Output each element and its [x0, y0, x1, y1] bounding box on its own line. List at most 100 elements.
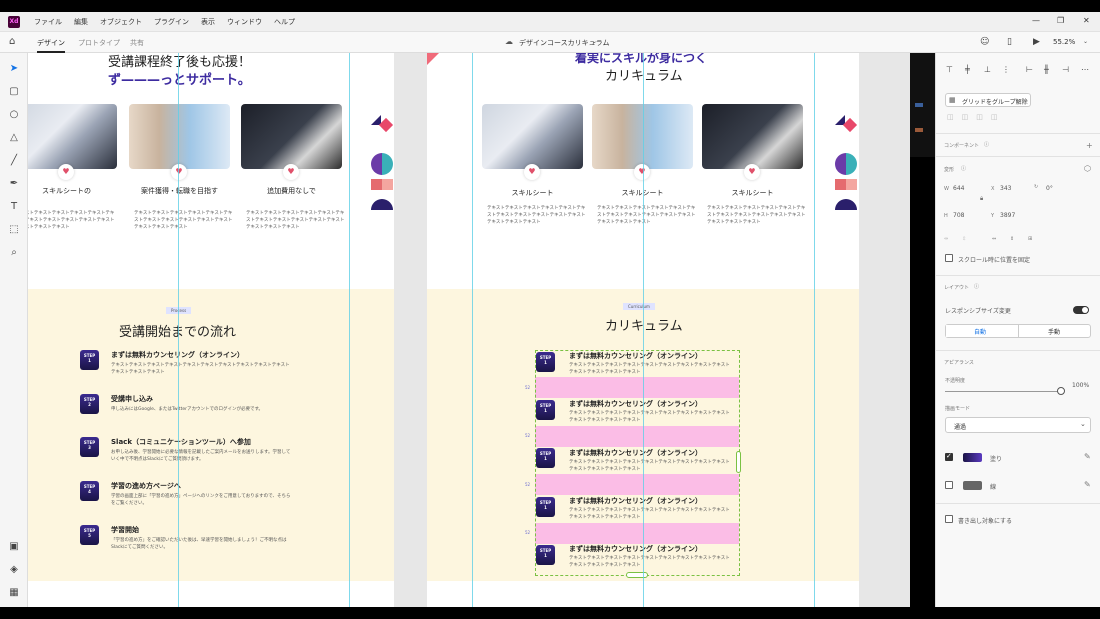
blend-mode-select[interactable]: 通過 ⌄ — [945, 417, 1091, 433]
info-icon[interactable]: ⓘ — [984, 141, 989, 148]
menu-edit[interactable]: 編集 — [74, 17, 88, 27]
align-bottom-icon[interactable]: ⊥ — [984, 65, 993, 74]
chevron-down-icon[interactable]: ⌄ — [592, 38, 597, 45]
rectangle-tool-icon[interactable]: ▢ — [8, 86, 20, 98]
tab-design[interactable]: デザイン — [37, 38, 65, 53]
menu-object[interactable]: オブジェクト — [100, 17, 142, 27]
card-image — [28, 104, 117, 169]
align-top-icon[interactable]: ⊤ — [946, 65, 955, 74]
info-icon[interactable]: ⓘ — [961, 165, 966, 172]
align-middle-icon[interactable]: ╪ — [965, 65, 974, 74]
minimize-icon[interactable]: — — [1032, 16, 1040, 25]
close-icon[interactable]: ✕ — [1083, 16, 1090, 25]
home-icon[interactable]: ⌂ — [9, 36, 15, 47]
pin-horizontal-icon[interactable]: ⇔ — [992, 236, 996, 242]
stroke-swatch[interactable] — [963, 481, 982, 490]
align-left-icon[interactable]: ⊢ — [1026, 65, 1035, 74]
resize-height-icon[interactable]: ⇳ — [962, 236, 966, 242]
info-icon[interactable]: ⓘ — [974, 283, 979, 290]
eyedropper-icon[interactable]: ✎ — [1084, 452, 1091, 461]
align-center-icon[interactable]: ╫ — [1044, 65, 1053, 74]
distribute-vertical-icon[interactable]: ⋮ — [1002, 65, 1011, 74]
tab-share[interactable]: 共有 — [130, 38, 144, 48]
select-tool-icon[interactable]: ➤ — [8, 63, 20, 75]
artboard-tool-icon[interactable]: ⬚ — [8, 224, 20, 236]
align-right-icon[interactable]: ⊣ — [1062, 65, 1071, 74]
stroke-checkbox[interactable] — [945, 481, 953, 489]
artboard-left[interactable]: 受講課程終了後も応援！ ず———っとサポート。 ♥ ♥ ♥ スキルシートの 案件… — [28, 53, 394, 607]
menu-view[interactable]: 表示 — [201, 17, 215, 27]
check-icon: ✓ — [946, 452, 952, 460]
responsive-resize-toggle[interactable] — [1073, 306, 1089, 314]
minimap[interactable] — [910, 53, 935, 157]
3d-transform-icon[interactable]: ⬡ — [1084, 164, 1091, 173]
card-title: スキルシート — [731, 189, 774, 197]
step-badge: STEP 4 — [80, 481, 99, 501]
boolean-ops-icons[interactable]: ◫◫◫◫ — [947, 113, 1005, 121]
w-input[interactable]: 644 — [953, 185, 964, 192]
layout-guide — [643, 53, 644, 607]
semicircle-shape — [835, 199, 857, 210]
add-component-icon[interactable]: + — [1086, 141, 1093, 150]
tab-prototype[interactable]: プロトタイプ — [78, 38, 120, 48]
card-body: テキストテキストテキストテキストテキストテキストテキストテキストテキストテキスト… — [246, 211, 345, 230]
step-badge: STEP 5 — [80, 525, 99, 545]
fix-position-checkbox[interactable] — [945, 254, 953, 262]
fill-swatch[interactable] — [963, 453, 982, 462]
step-body: 申し込みにはGoogle、またはTwitterアカウントでのログインが必要です。 — [111, 407, 263, 412]
menu-help[interactable]: ヘルプ — [274, 17, 295, 27]
eyedropper-icon[interactable]: ✎ — [1084, 480, 1091, 489]
card-body: テキストテキストテキストテキストテキストテキストテキストテキストテキストテキスト… — [28, 211, 115, 230]
zoom-tool-icon[interactable]: ⌕ — [8, 247, 20, 259]
export-checkbox[interactable] — [945, 515, 953, 523]
rotation-input[interactable]: 0° — [1046, 185, 1053, 192]
step-badge: STEP 1 — [80, 350, 99, 370]
layers-icon[interactable]: ◈ — [8, 564, 20, 576]
pen-tool-icon[interactable]: ✒ — [8, 178, 20, 190]
pin-all-icon[interactable]: ⊞ — [1028, 236, 1032, 242]
lock-aspect-icon[interactable]: 🔒︎ — [980, 195, 983, 203]
opacity-slider-track[interactable] — [945, 391, 1061, 392]
resize-handle[interactable] — [626, 572, 648, 578]
text-tool-icon[interactable]: T — [8, 201, 20, 213]
device-preview-icon[interactable]: ▯ — [1007, 37, 1012, 47]
distribute-horizontal-icon[interactable]: ⋯ — [1081, 65, 1090, 74]
heart-icon: ♥ — [58, 164, 74, 180]
fill-checkbox[interactable]: ✓ — [945, 452, 953, 461]
card-body: テキストテキストテキストテキストテキストテキストテキストテキストテキストテキスト… — [487, 206, 586, 225]
layout-guide — [472, 53, 473, 607]
zoom-chevron-icon[interactable]: ⌄ — [1083, 38, 1088, 45]
manual-option[interactable]: 手動 — [1048, 327, 1060, 336]
auto-option[interactable]: 自動 — [946, 325, 1019, 337]
step-body: テキストテキストテキストテキストテキストテキストテキストテキストテキストテキスト… — [111, 363, 290, 375]
menu-file[interactable]: ファイル — [34, 17, 62, 27]
layout-guide — [178, 53, 179, 607]
transform-label: 変形 — [944, 167, 955, 173]
canvas[interactable]: 受講課程終了後も応援！ ず———っとサポート。 ♥ ♥ ♥ スキルシートの 案件… — [28, 53, 910, 607]
polygon-tool-icon[interactable]: △ — [8, 132, 20, 144]
opacity-slider-thumb[interactable] — [1057, 387, 1065, 395]
resize-width-icon[interactable]: ⇹ — [944, 236, 948, 242]
user-icon[interactable]: ☺ — [980, 37, 989, 47]
play-icon[interactable]: ▶ — [1033, 37, 1040, 47]
divider — [936, 350, 1100, 351]
pin-vertical-icon[interactable]: ⇕ — [1010, 236, 1014, 242]
circle-shape — [371, 153, 393, 175]
selection-outline[interactable] — [535, 350, 740, 576]
step-body: 学習の画面上部に「学習の進め方」ページへのリンクをご用意しておりますので、そちら… — [111, 494, 291, 506]
menu-plugin[interactable]: プラグイン — [154, 17, 189, 27]
h-input[interactable]: 708 — [953, 212, 964, 219]
zoom-level[interactable]: 55.2% — [1053, 38, 1075, 46]
x-input[interactable]: 343 — [1000, 185, 1011, 192]
opacity-value[interactable]: 100% — [1072, 382, 1089, 389]
plugins-icon[interactable]: ▦ — [8, 587, 20, 599]
assets-icon[interactable]: ▣ — [8, 541, 20, 553]
y-input[interactable]: 3897 — [1000, 212, 1015, 219]
ellipse-tool-icon[interactable]: ○ — [8, 109, 20, 121]
resize-handle[interactable] — [736, 451, 741, 473]
line-tool-icon[interactable]: ╱ — [8, 155, 20, 167]
menu-window[interactable]: ウィンドウ — [227, 17, 262, 27]
maximize-icon[interactable]: ❐ — [1057, 16, 1064, 25]
h-label: H — [944, 213, 948, 219]
ungroup-grid-button[interactable]: ▦ グリッドをグループ解除 — [945, 93, 1031, 107]
